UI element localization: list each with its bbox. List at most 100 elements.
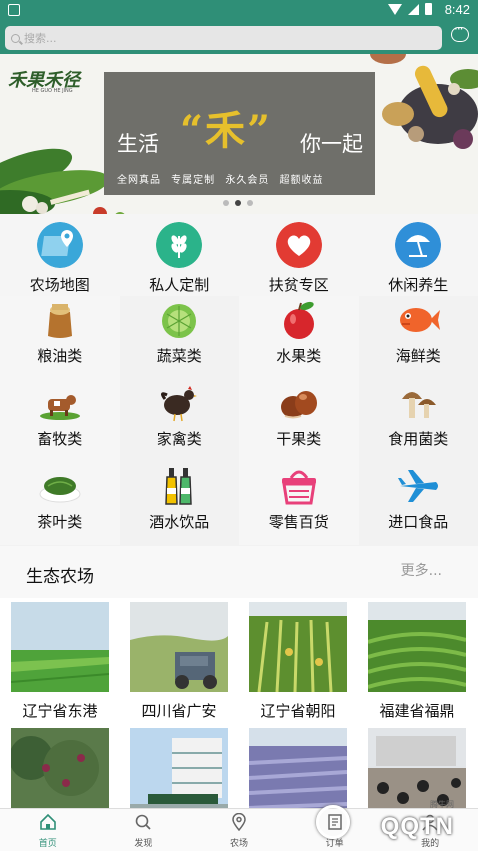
farm-list: 辽宁省东港 四川省广安 辽宁省朝阳 福建省福鼎	[0, 598, 478, 818]
tab-discover[interactable]: 发现	[96, 809, 192, 851]
nav-label: 私人定制	[149, 276, 210, 294]
category-label: 粮油类	[37, 347, 83, 365]
category-grid: 粮油类 蔬菜类 水果类 海鲜类 畜牧类 家禽类 干果类 食用菌类 茶叶类 酒水饮…	[0, 296, 478, 545]
grain-sack-icon	[47, 304, 72, 338]
farm-name: 辽宁省朝阳	[260, 702, 336, 720]
promo-banner[interactable]: 禾果禾径 HE GUO HE JING 生活 “禾” 你一起 全网真品 专属定制…	[0, 54, 478, 214]
search-icon	[136, 814, 152, 830]
category-label: 食用菌类	[388, 430, 449, 448]
banner-text-left: 生活	[117, 132, 159, 156]
tab-label: 发现	[134, 839, 153, 849]
umbrella-icon	[395, 222, 442, 268]
search-placeholder: 搜索...	[24, 32, 57, 45]
wheat-icon	[156, 222, 203, 268]
category-label: 酒水饮品	[149, 513, 210, 531]
tea-leaf-icon	[39, 477, 81, 503]
carousel-indicator	[223, 200, 253, 206]
status-icons	[388, 3, 432, 15]
category-label: 家禽类	[156, 430, 202, 448]
category-imported[interactable]: 进口食品	[358, 462, 478, 545]
farm-card-dongang[interactable]: 辽宁省东港	[10, 602, 110, 721]
carousel-dot-active[interactable]	[235, 200, 241, 206]
apple-icon	[283, 301, 314, 339]
battery-icon	[425, 3, 432, 15]
farm-name: 福建省福鼎	[379, 702, 455, 720]
farm-photo	[9, 728, 109, 818]
chestnut-icon	[280, 391, 317, 419]
watermark-text: QQTN	[380, 813, 454, 840]
category-grain-oil[interactable]: 粮油类	[0, 296, 120, 379]
basket-icon	[281, 470, 316, 505]
watermark-logo-icon	[316, 805, 350, 839]
mushroom-icon	[402, 392, 437, 418]
fish-icon	[400, 308, 441, 332]
carousel-dot[interactable]	[247, 200, 253, 206]
nav-poverty-relief[interactable]: 扶贫专区	[239, 214, 359, 296]
banner-slogan-box: 生活 “禾” 你一起 全网真品 专属定制 永久会员 超额收益	[104, 72, 375, 195]
category-seafood[interactable]: 海鲜类	[358, 296, 478, 379]
tab-label: 农场	[229, 839, 248, 849]
category-label: 海鲜类	[395, 347, 441, 365]
category-label: 零售百货	[268, 513, 329, 531]
search-bar: 搜索...	[0, 20, 478, 54]
farm-photo	[10, 602, 110, 692]
category-livestock[interactable]: 畜牧类	[0, 379, 120, 462]
category-label: 进口食品	[388, 513, 449, 531]
category-label: 干果类	[276, 430, 322, 448]
chat-icon[interactable]	[451, 22, 469, 42]
nav-label: 农场地图	[29, 276, 90, 294]
site-watermark: 腾牛网 QQTN	[310, 800, 460, 843]
banner-subtitle: 全网真品 专属定制 永久会员 超额收益	[117, 175, 324, 186]
category-retail[interactable]: 零售百货	[239, 462, 359, 545]
category-fruits[interactable]: 水果类	[239, 296, 359, 379]
watermark-small-text: 腾牛网	[430, 800, 454, 809]
cell-signal-icon	[408, 4, 419, 15]
farm-photo	[367, 602, 467, 692]
map-pin-icon	[36, 222, 83, 268]
farm-card-guangan[interactable]: 四川省广安	[130, 602, 228, 721]
tab-label: 首页	[38, 839, 57, 849]
home-icon	[39, 813, 56, 830]
category-label: 蔬菜类	[156, 347, 202, 365]
banner-text-mid: “禾”	[180, 107, 273, 154]
wifi-icon	[388, 4, 402, 15]
carousel-dot[interactable]	[223, 200, 229, 206]
banner-text-right: 你一起	[300, 132, 363, 156]
location-icon	[232, 813, 246, 831]
farm-photo	[249, 602, 347, 693]
heart-icon	[275, 222, 322, 268]
farm-name: 四川省广安	[141, 702, 217, 720]
category-label: 茶叶类	[37, 513, 83, 531]
farm-card-chaoyang[interactable]: 辽宁省朝阳	[249, 602, 347, 721]
category-mushrooms[interactable]: 食用菌类	[358, 379, 478, 462]
feature-nav: 农场地图 私人定制 扶贫专区 休闲养生	[0, 214, 478, 296]
brand-logo-subtitle: HE GUO HE JING	[32, 88, 73, 94]
chicken-icon	[161, 386, 198, 422]
cow-icon	[39, 395, 80, 420]
bottles-icon	[165, 468, 193, 505]
farm-photo	[130, 602, 228, 692]
nav-farm-map[interactable]: 农场地图	[0, 214, 120, 296]
nav-leisure-wellness[interactable]: 休闲养生	[359, 214, 478, 296]
tab-farm[interactable]: 农场	[191, 809, 287, 851]
category-dried-fruits[interactable]: 干果类	[239, 379, 359, 462]
vegetables-right-image	[370, 54, 478, 149]
cabbage-icon	[162, 304, 197, 338]
app-root: 8:42 搜索... ··· 禾果禾径 HE GUO HE JING 生活 “禾…	[0, 0, 478, 851]
section-title: 生态农场	[26, 567, 94, 587]
eco-farm-header: 生态农场 更多...	[0, 546, 478, 598]
category-tea[interactable]: 茶叶类	[0, 462, 120, 545]
status-bar: 8:42	[0, 0, 478, 20]
nav-label: 扶贫专区	[268, 276, 329, 294]
notification-icon	[8, 4, 20, 16]
nav-private-custom[interactable]: 私人定制	[120, 214, 240, 296]
category-beverages[interactable]: 酒水饮品	[119, 462, 239, 545]
farm-card-fuding[interactable]: 福建省福鼎	[367, 602, 467, 721]
category-poultry[interactable]: 家禽类	[119, 379, 239, 462]
category-vegetables[interactable]: 蔬菜类	[119, 296, 239, 379]
search-input[interactable]: 搜索...	[5, 26, 442, 50]
category-label: 畜牧类	[37, 430, 83, 448]
category-label: 水果类	[276, 347, 322, 365]
tab-home[interactable]: 首页	[0, 809, 96, 851]
more-link[interactable]: 更多...	[401, 560, 442, 580]
